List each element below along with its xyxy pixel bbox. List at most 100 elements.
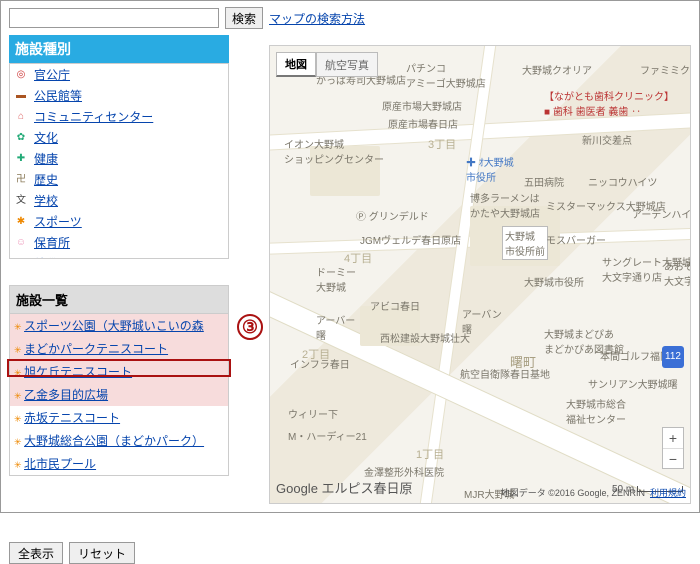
category-item[interactable]: ✚ 健康 [10,148,228,169]
category-icon: 卍 [14,173,28,187]
poi-label: M・ハーディー21 [288,428,367,443]
bullet-icon: ✳ [14,368,24,378]
bullet-icon: ✳ [14,322,24,332]
show-all-button[interactable]: 全表示 [9,542,63,564]
poi-label: 新川交差点 [582,132,632,147]
poi-label: Ⓟ グリンデルド [356,208,429,223]
category-icon: 文 [14,194,28,208]
poi-label: JGMヴェルデ春日原店 [360,232,461,247]
category-icon: ✾ [14,257,28,260]
facility-item: ✳ まどかパークテニスコート [10,337,228,360]
poi-label: アーデンハイツ [632,206,691,221]
bullet-icon: ✳ [14,414,24,424]
poi-label: あおぞら 大文字通 [664,258,691,288]
poi-label: 五田病院 [524,174,564,189]
google-logo: Google エルピス春日原 [276,478,413,497]
category-link[interactable]: コミュニティセンター [34,108,153,125]
facility-item: ✳ 北市民プール [10,452,228,475]
category-link[interactable]: 歴史 [34,171,58,188]
callout-badge-3: ③ [237,314,263,340]
route-badge: 112 [662,346,684,368]
category-link[interactable]: 健康 [34,150,58,167]
bullet-icon: ✳ [14,391,24,401]
facility-link[interactable]: まどかパークテニスコート [24,342,168,356]
category-list[interactable]: ◎官公庁▬公民館等⌂コミュニティセンター✿文化✚健康卍歴史文学校✱スポーツ☺保育… [9,63,229,259]
facility-link[interactable]: スポーツ公園（大野城いこいの森 [24,319,204,333]
poi-stop-label: 大野城 市役所前 [502,226,548,260]
chome-label: 1丁目 [416,446,444,462]
poi-label: 【ながとも歯科クリニック】 ■ 歯科 歯医者 義歯 ‥ [544,88,674,118]
chome-label: 3丁目 [428,136,456,152]
tab-satellite[interactable]: 航空写真 [316,52,378,77]
facility-item: ✳ 大野城総合公園（まどかパーク） [10,429,228,452]
facility-link[interactable]: 乙金多目的広場 [24,388,108,402]
facility-panel-title: 施設一覧 [9,285,229,314]
facility-list: ✳ スポーツ公園（大野城いこいの森✳ まどかパークテニスコート✳ 旭ケ丘テニスコ… [9,314,229,476]
poi-label: ファミミク1 [640,62,691,77]
search-input[interactable] [9,8,219,28]
poi-label: アビコ春日 [370,298,420,313]
bullet-icon: ✳ [14,460,24,470]
category-link[interactable]: 保育所 [34,234,70,251]
category-item[interactable]: ✿ 文化 [10,127,228,148]
poi-label: パチンコ アミーゴ大野城店 [406,60,486,90]
reset-button[interactable]: リセット [69,542,135,564]
facility-link[interactable]: 旭ケ丘テニスコート [24,365,132,379]
category-icon: ✱ [14,215,28,229]
poi-label: 航空自衛隊春日基地 [460,366,550,381]
category-item[interactable]: ⌂ コミュニティセンター [10,106,228,127]
facility-link[interactable]: 大野城総合公園（まどかパーク） [24,434,204,448]
map-canvas[interactable]: 地図 航空写真 3丁目 2丁目 4丁目 2丁目 1丁目 曙町 かっぱ寿司大野城店… [269,45,691,504]
category-icon: ⌂ [14,110,28,124]
category-icon: ✿ [14,131,28,145]
poi-label: 大野城市総合 福祉センター [566,396,626,426]
category-icon: ✚ [14,152,28,166]
category-link[interactable]: スポーツ [34,213,82,230]
poi-label: 西松建設大野城壮大 [380,330,470,345]
category-link[interactable]: 官公庁 [34,66,70,83]
terms-link[interactable]: 利用規約 [650,488,686,498]
poi-label: 原産市場春日店 [388,116,458,131]
facility-link[interactable]: 赤坂テニスコート [24,411,120,425]
category-icon: ▬ [14,89,28,103]
search-help-link[interactable]: マップの検索方法 [269,10,365,27]
poi-label: 博多ラーメンは かたや大野城店 [470,190,540,220]
zoom-control: + − [662,427,684,469]
category-link[interactable]: 公民館等 [34,87,82,104]
category-link[interactable]: 文化 [34,129,58,146]
category-icon: ◎ [14,68,28,82]
poi-label: サンリアン大野城曙 [588,376,678,391]
map-attribution: 地図データ ©2016 Google, ZENRIN 利用規約 [501,486,686,499]
category-link[interactable]: 幼稚園 [34,255,70,259]
category-item[interactable]: ☺ 保育所 [10,232,228,253]
poi-label: ウィリー下 [288,406,338,421]
poi-label: 大野城クオリア [522,62,592,77]
poi-label: 大野城市役所 [524,274,584,289]
category-item[interactable]: 卍歴史 [10,169,228,190]
category-item[interactable]: 文学校 [10,190,228,211]
poi-label: ドーミー 大野城 [316,264,356,294]
zoom-out-button[interactable]: − [663,448,683,468]
facility-item: ✳ 乙金多目的広場 [10,383,228,406]
poi-label: ✚ ｵ大野城 市役所 [466,154,514,184]
poi-label: 原産市場大野城店 [382,98,462,113]
poi-label: アーバー 曙 [316,312,355,342]
poi-label: モスバーガー [546,232,606,247]
facility-link[interactable]: 北市民プール [24,457,96,471]
poi-label: イオン大野城 ショッピングセンター [284,136,384,166]
search-button[interactable]: 検索 [225,7,263,29]
category-link[interactable]: 学校 [34,192,58,209]
facility-item: ✳ スポーツ公園（大野城いこいの森 [10,314,228,337]
map-type-tabs: 地図 航空写真 [276,52,378,77]
bullet-icon: ✳ [14,437,24,447]
category-item[interactable]: ✾ 幼稚園 [10,253,228,259]
category-item[interactable]: ✱ スポーツ [10,211,228,232]
category-icon: ☺ [14,236,28,250]
poi-label: 金澤整形外科医院 [364,464,444,479]
facility-item: ✳ 赤坂テニスコート [10,406,228,429]
zoom-in-button[interactable]: + [663,428,683,448]
poi-label: インフラ春日 [290,356,350,371]
category-item[interactable]: ▬ 公民館等 [10,85,228,106]
tab-map[interactable]: 地図 [276,52,316,77]
category-item[interactable]: ◎ 官公庁 [10,64,228,85]
